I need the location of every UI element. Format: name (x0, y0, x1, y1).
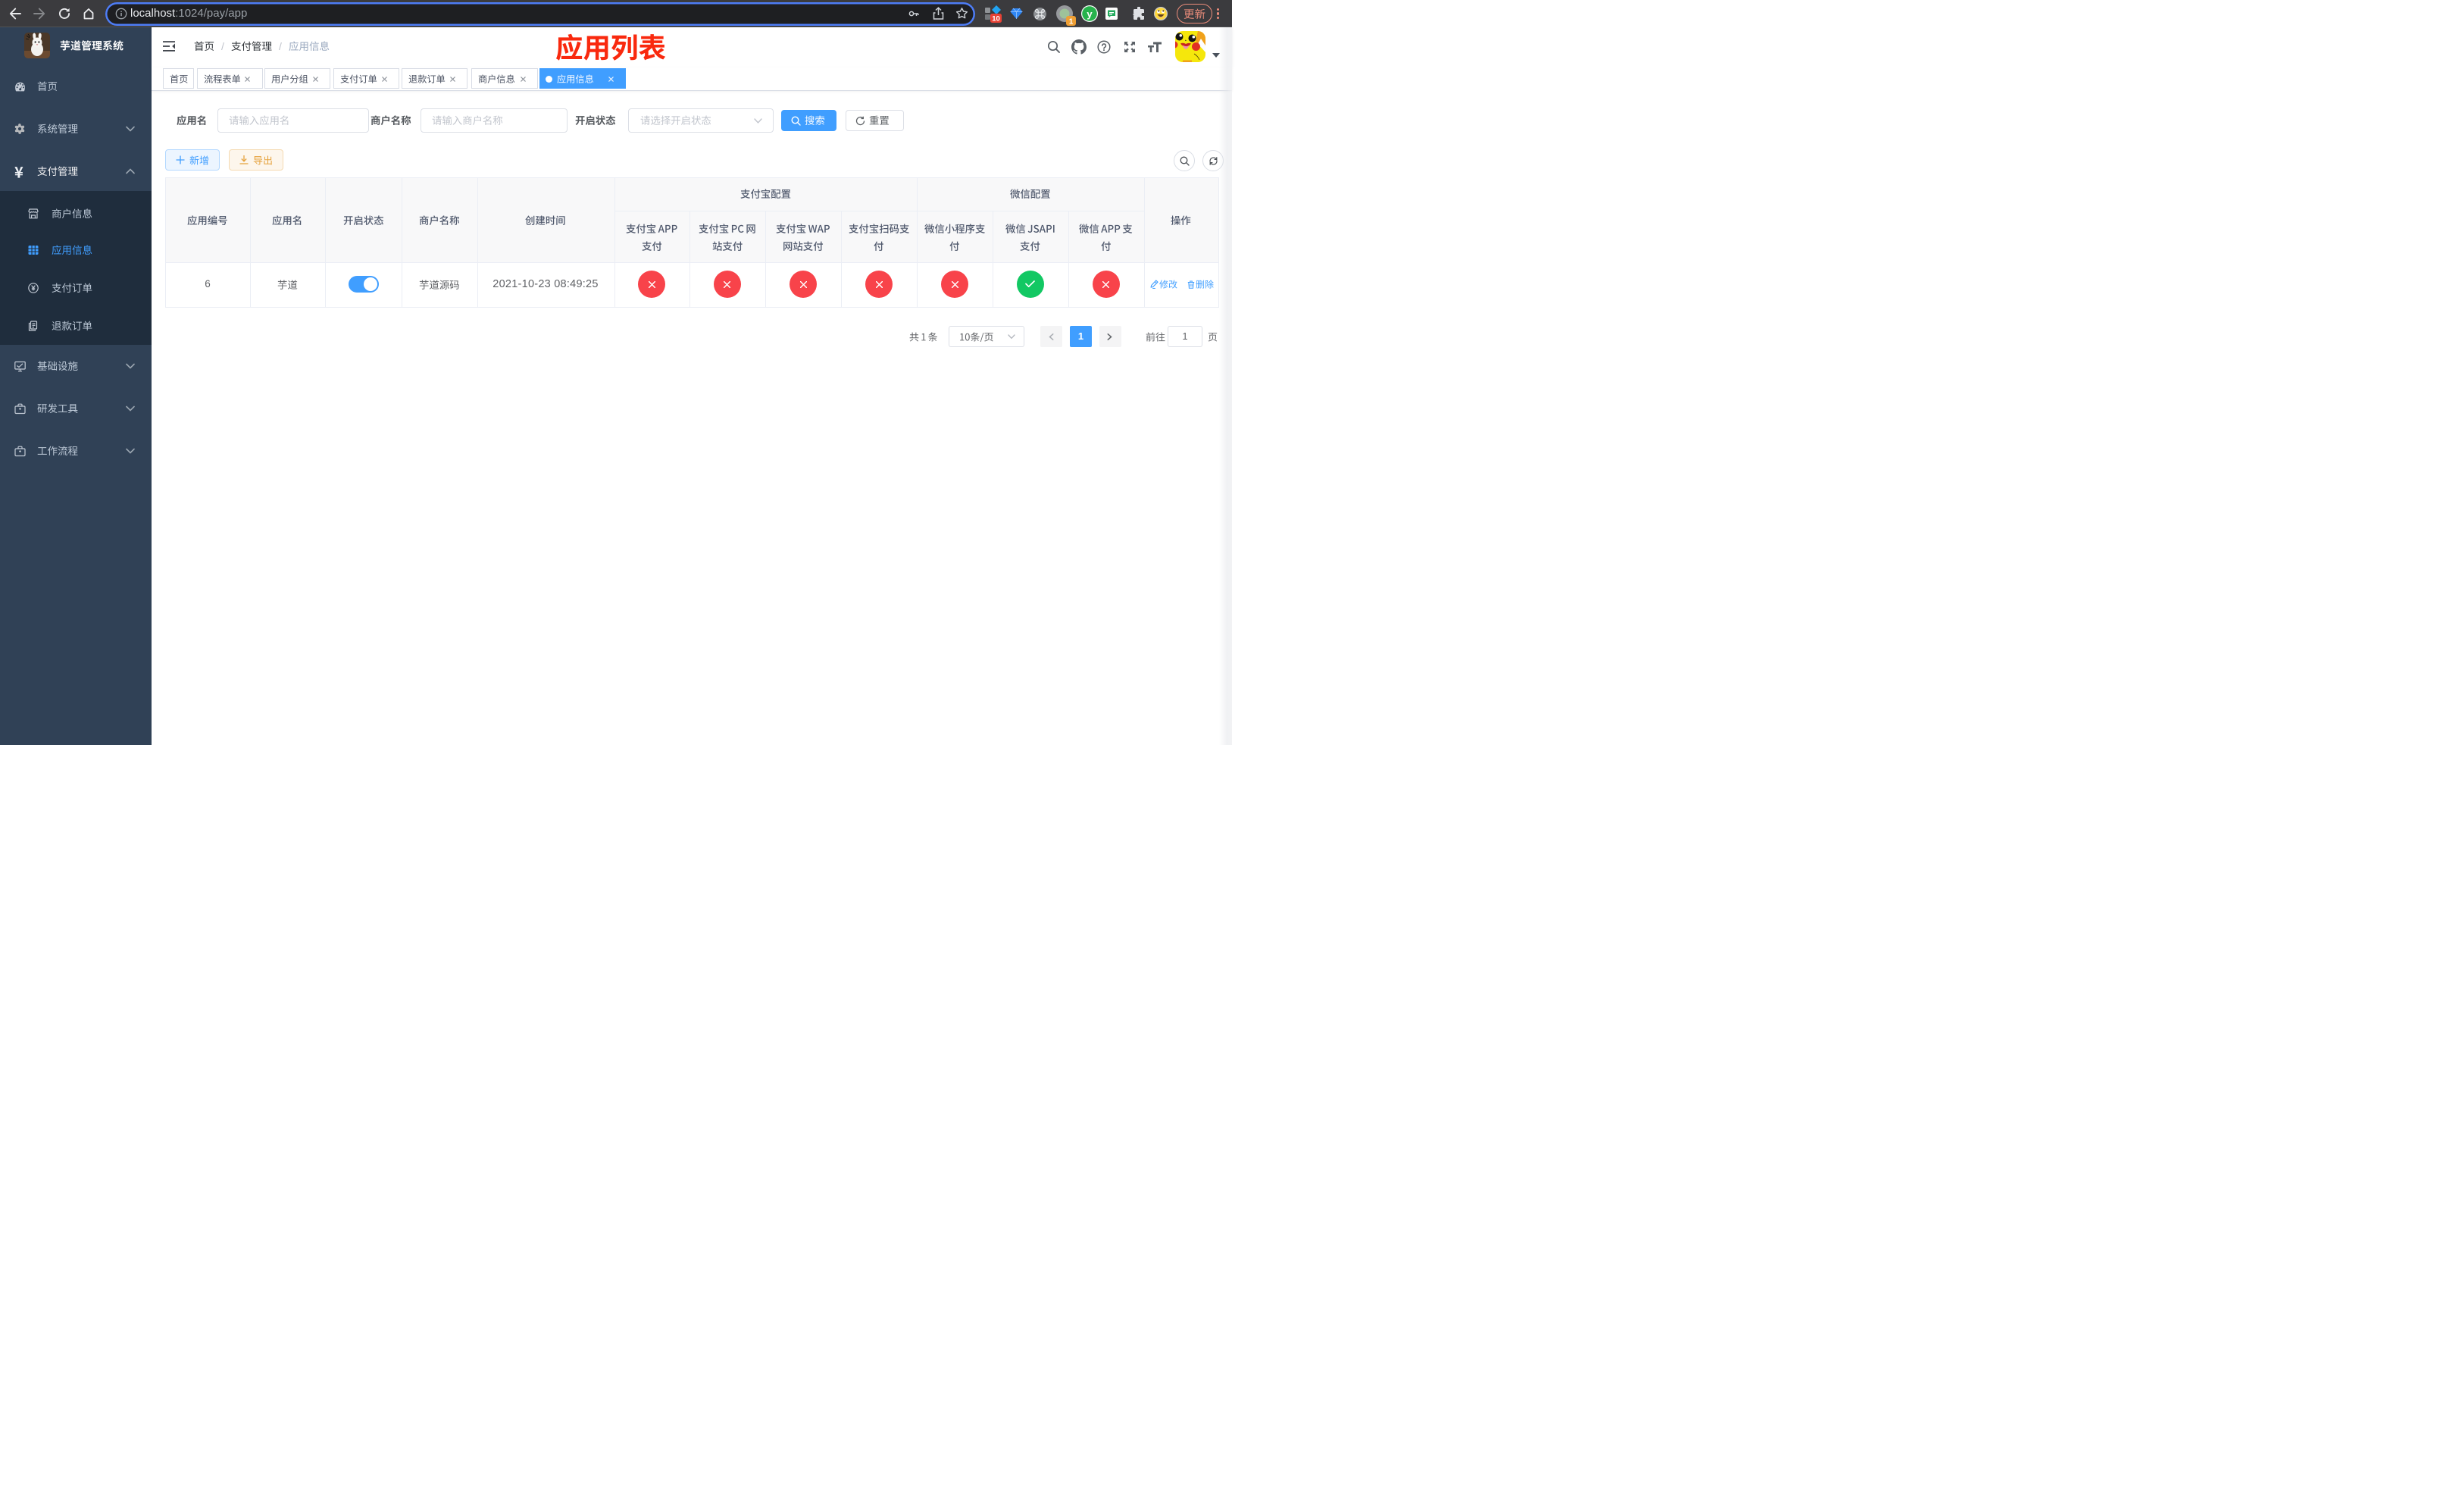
svg-text:y: y (1087, 8, 1093, 20)
svg-text:1: 1 (1069, 17, 1074, 26)
svg-text:10: 10 (992, 15, 1000, 23)
